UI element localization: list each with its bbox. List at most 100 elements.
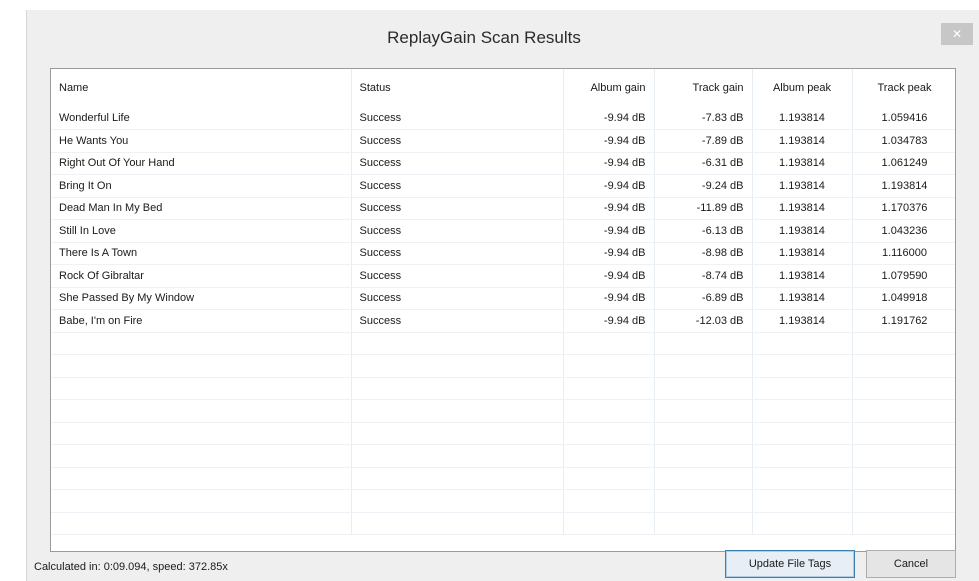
cell-album-gain: -9.94 dB — [563, 152, 655, 175]
empty-cell — [852, 399, 955, 423]
cell-status: Success — [351, 219, 564, 243]
table-row[interactable]: Rock Of Gibraltar Success -9.94 dB -8.74 dB… — [51, 264, 955, 288]
cell-name: There Is A Town — [51, 242, 352, 265]
empty-cell — [752, 399, 853, 423]
empty-table-row — [51, 354, 955, 378]
empty-cell — [852, 377, 955, 400]
table-row[interactable]: Wonderful Life Success -9.94 dB -7.83 dB 1.1… — [51, 107, 955, 130]
cell-track-peak: 1.061249 — [852, 152, 955, 175]
results-table-container[interactable]: Name Status Album gain Track gain Album … — [50, 68, 956, 552]
cell-track-peak: 1.049918 — [852, 287, 955, 310]
cell-album-peak: 1.193814 — [752, 107, 853, 130]
empty-cell — [351, 489, 564, 513]
empty-table-row — [51, 399, 955, 423]
cell-status: Success — [351, 309, 564, 333]
cell-album-gain: -9.94 dB — [563, 309, 655, 333]
close-button[interactable]: ✕ — [941, 23, 973, 45]
table-row[interactable]: Bring It On Success -9.94 dB -9.24 dB 1.1938… — [51, 174, 955, 198]
empty-cell — [563, 467, 655, 490]
empty-cell — [654, 444, 753, 468]
empty-cell — [51, 354, 352, 378]
cell-album-gain: -9.94 dB — [563, 197, 655, 220]
empty-cell — [852, 467, 955, 490]
cell-status: Success — [351, 129, 564, 153]
table-row[interactable]: She Passed By My Window Success -9.94 dB -6… — [51, 287, 955, 310]
cell-album-peak: 1.193814 — [752, 242, 853, 265]
empty-cell — [852, 512, 955, 535]
cell-status: Success — [351, 287, 564, 310]
empty-cell — [852, 489, 955, 513]
cell-track-peak: 1.170376 — [852, 197, 955, 220]
cell-track-peak: 1.193814 — [852, 174, 955, 198]
cell-album-peak: 1.193814 — [752, 264, 853, 288]
empty-table-row — [51, 332, 955, 355]
cell-album-peak: 1.193814 — [752, 287, 853, 310]
update-file-tags-button[interactable]: Update File Tags — [725, 550, 855, 578]
empty-cell — [654, 354, 753, 378]
empty-cell — [351, 332, 564, 355]
cell-status: Success — [351, 242, 564, 265]
close-icon: ✕ — [951, 27, 963, 41]
empty-table-row — [51, 422, 955, 445]
column-header-name[interactable]: Name — [51, 69, 352, 107]
column-header-album-peak[interactable]: Album peak — [752, 69, 853, 107]
empty-cell — [351, 399, 564, 423]
cell-album-peak: 1.193814 — [752, 309, 853, 333]
empty-table-row — [51, 489, 955, 513]
dialog-title: ReplayGain Scan Results — [387, 28, 581, 47]
empty-cell — [563, 399, 655, 423]
column-header-track-gain[interactable]: Track gain — [654, 69, 753, 107]
table-row[interactable]: Still In Love Success -9.94 dB -6.13 dB 1.19… — [51, 219, 955, 243]
empty-cell — [654, 467, 753, 490]
empty-cell — [563, 377, 655, 400]
cell-track-gain: -8.74 dB — [654, 264, 753, 288]
table-row[interactable]: There Is A Town Success -9.94 dB -8.98 dB 1.… — [51, 242, 955, 265]
empty-cell — [51, 467, 352, 490]
cell-track-gain: -6.31 dB — [654, 152, 753, 175]
table-row[interactable]: Babe, I'm on Fire Success -9.94 dB -12.03 d… — [51, 309, 955, 333]
empty-cell — [563, 512, 655, 535]
cell-track-gain: -8.98 dB — [654, 242, 753, 265]
cell-album-gain: -9.94 dB — [563, 174, 655, 198]
cell-name: Right Out Of Your Hand — [51, 152, 352, 175]
column-header-album-gain[interactable]: Album gain — [563, 69, 655, 107]
cell-album-gain: -9.94 dB — [563, 287, 655, 310]
cell-track-gain: -9.24 dB — [654, 174, 753, 198]
table-row[interactable]: Dead Man In My Bed Success -9.94 dB -11.89 … — [51, 197, 955, 220]
results-table: Name Status Album gain Track gain Album … — [51, 69, 955, 535]
column-header-status[interactable]: Status — [351, 69, 564, 107]
replaygain-dialog: ReplayGain Scan Results ✕ Name Status Al… — [26, 10, 979, 581]
cell-album-gain: -9.94 dB — [563, 107, 655, 130]
table-row[interactable]: Right Out Of Your Hand Success -9.94 dB -6.… — [51, 152, 955, 175]
cell-track-gain: -12.03 dB — [654, 309, 753, 333]
cell-name: Still In Love — [51, 219, 352, 243]
table-row[interactable]: He Wants You Success -9.94 dB -7.89 dB 1.193… — [51, 129, 955, 153]
empty-cell — [351, 377, 564, 400]
empty-cell — [563, 354, 655, 378]
empty-cell — [752, 512, 853, 535]
empty-cell — [51, 332, 352, 355]
cancel-button[interactable]: Cancel — [866, 550, 956, 578]
cell-track-peak: 1.079590 — [852, 264, 955, 288]
empty-cell — [654, 512, 753, 535]
empty-cell — [51, 399, 352, 423]
empty-cell — [351, 512, 564, 535]
cell-track-peak: 1.116000 — [852, 242, 955, 265]
cell-track-gain: -6.89 dB — [654, 287, 753, 310]
cell-track-gain: -6.13 dB — [654, 219, 753, 243]
title-bar[interactable]: ReplayGain Scan Results ✕ — [27, 10, 979, 66]
cell-album-gain: -9.94 dB — [563, 219, 655, 243]
cell-album-peak: 1.193814 — [752, 174, 853, 198]
cell-name: Rock Of Gibraltar — [51, 264, 352, 288]
cell-album-gain: -9.94 dB — [563, 242, 655, 265]
cell-name: Babe, I'm on Fire — [51, 309, 352, 333]
column-header-track-peak[interactable]: Track peak — [852, 69, 955, 107]
empty-cell — [51, 512, 352, 535]
empty-cell — [351, 467, 564, 490]
empty-cell — [752, 422, 853, 445]
cell-album-peak: 1.193814 — [752, 219, 853, 243]
empty-cell — [852, 354, 955, 378]
cell-track-peak: 1.059416 — [852, 107, 955, 130]
empty-cell — [563, 422, 655, 445]
cell-status: Success — [351, 264, 564, 288]
